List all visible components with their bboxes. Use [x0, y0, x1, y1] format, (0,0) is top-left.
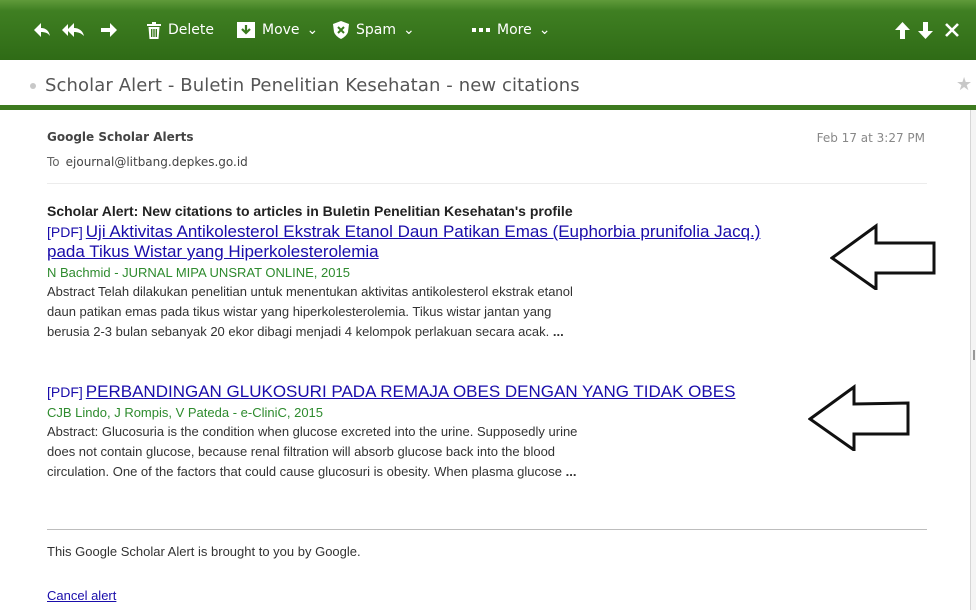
up-arrow-icon	[895, 21, 910, 39]
abstract-line: Abstract: Glucosuria is the condition wh…	[47, 424, 578, 439]
more-dots-icon	[472, 27, 490, 33]
abstract-line: daun patikan emas pada tikus wistar yang…	[47, 304, 552, 319]
article-abstract: Abstract Telah dilakukan penelitian untu…	[47, 282, 760, 342]
article-title-link[interactable]: pada Tikus Wistar yang Hiperkolesterolem…	[47, 242, 379, 261]
recipient-line: To ejournal@litbang.depkes.go.id	[47, 155, 248, 169]
reply-icon	[33, 22, 51, 38]
move-label: Move	[262, 22, 300, 38]
article-title-line: [PDF] PERBANDINGAN GLUKOSURI PADA REMAJA …	[47, 382, 735, 402]
subject-bar: Scholar Alert - Buletin Penelitian Keseh…	[0, 60, 976, 110]
abstract-line: does not contain glucose, because renal …	[47, 444, 556, 459]
abstract-line: berusia 2-3 bulan sebanyak 20 ekor dibag…	[47, 324, 550, 339]
reply-button[interactable]	[33, 12, 51, 48]
footer-divider	[47, 529, 927, 530]
forward-button[interactable]	[100, 12, 118, 48]
scrollbar-thumb[interactable]	[973, 350, 975, 360]
cancel-alert-link[interactable]: Cancel alert	[47, 588, 116, 603]
move-icon	[237, 22, 255, 38]
article-title-link[interactable]: PERBANDINGAN GLUKOSURI PADA REMAJA OBES …	[86, 382, 736, 401]
article-item: [PDF] PERBANDINGAN GLUKOSURI PADA REMAJA …	[47, 382, 735, 482]
abstract-line-last: berusia 2-3 bulan sebanyak 20 ekor dibag…	[47, 322, 760, 342]
abstract-line: circulation. One of the factors that cou…	[47, 464, 562, 479]
chevron-down-icon: ⌄	[403, 22, 415, 38]
abstract-ellipsis: ...	[552, 324, 564, 339]
message-toolbar: Delete Move ⌄ Spam ⌄ More ⌄	[0, 0, 976, 60]
article-title-line: pada Tikus Wistar yang Hiperkolesterolem…	[47, 242, 760, 262]
spam-label: Spam	[356, 22, 396, 38]
next-message-button[interactable]	[918, 12, 933, 48]
previous-message-button[interactable]	[895, 12, 910, 48]
pdf-tag[interactable]: [PDF]	[47, 384, 83, 400]
chevron-down-icon: ⌄	[306, 22, 319, 38]
pdf-tag[interactable]: [PDF]	[47, 224, 83, 240]
article-abstract: Abstract: Glucosuria is the condition wh…	[47, 422, 735, 482]
reply-all-button[interactable]	[61, 12, 85, 48]
article-title-link[interactable]: Uji Aktivitas Antikolesterol Ekstrak Eta…	[86, 222, 761, 241]
read-status-dot[interactable]	[30, 83, 36, 89]
down-arrow-icon	[918, 21, 933, 39]
article-authors: CJB Lindo, J Rompis, V Pateda - e-CliniC…	[47, 405, 324, 420]
alert-heading: Scholar Alert: New citations to articles…	[47, 203, 573, 219]
sender-name[interactable]: Google Scholar Alerts	[47, 130, 194, 144]
chevron-down-icon: ⌄	[538, 22, 551, 38]
footer-text: This Google Scholar Alert is brought to …	[47, 544, 361, 559]
forward-icon	[100, 22, 118, 38]
message-date: Feb 17 at 3:27 PM	[816, 131, 925, 145]
more-button[interactable]: More ⌄	[472, 12, 550, 48]
move-button[interactable]: Move ⌄	[237, 12, 318, 48]
delete-label: Delete	[168, 22, 214, 38]
spam-button[interactable]: Spam ⌄	[333, 12, 415, 48]
trash-icon	[147, 21, 161, 39]
annotation-arrow-icon	[808, 384, 910, 451]
more-label: More	[497, 22, 532, 38]
to-label: To	[47, 155, 60, 169]
reply-all-icon	[61, 22, 85, 38]
article-authors: N Bachmid - JURNAL MIPA UNSRAT ONLINE, 2…	[47, 265, 350, 280]
abstract-ellipsis: ...	[565, 464, 577, 479]
shield-icon	[333, 21, 349, 39]
article-item: [PDF] Uji Aktivitas Antikolesterol Ekstra…	[47, 222, 760, 342]
close-button[interactable]	[945, 12, 959, 48]
annotation-arrow-icon	[830, 223, 936, 290]
message-subject: Scholar Alert - Buletin Penelitian Keseh…	[45, 75, 580, 96]
header-divider	[47, 183, 927, 184]
recipient-address[interactable]: ejournal@litbang.depkes.go.id	[66, 155, 248, 169]
abstract-line: Abstract Telah dilakukan penelitian untu…	[47, 284, 573, 299]
scrollbar[interactable]	[970, 110, 976, 610]
abstract-line-last: circulation. One of the factors that cou…	[47, 462, 735, 482]
article-title-line: [PDF] Uji Aktivitas Antikolesterol Ekstra…	[47, 222, 760, 242]
close-icon	[945, 23, 959, 37]
star-icon[interactable]: ★	[956, 74, 972, 95]
delete-button[interactable]: Delete	[147, 12, 214, 48]
